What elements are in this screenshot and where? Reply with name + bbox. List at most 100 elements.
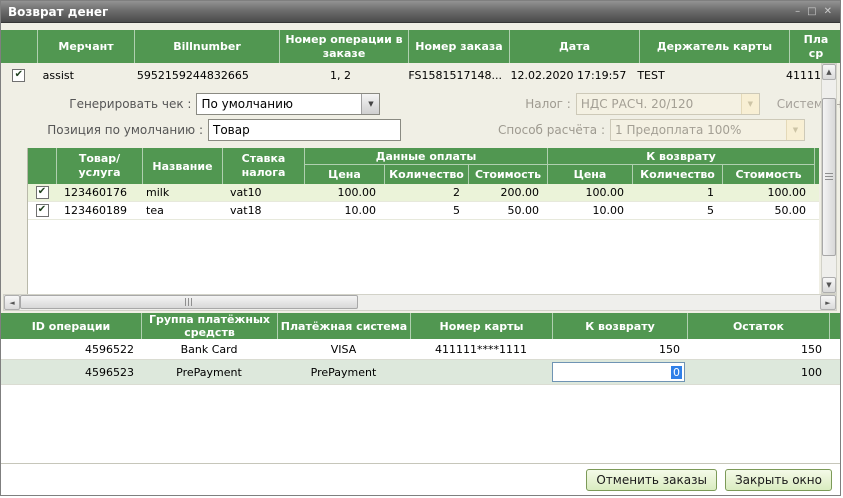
- payment-group: Bank Card: [141, 339, 277, 359]
- items-col-ref-price: Цена: [547, 165, 632, 184]
- scroll-left-icon: ◄: [9, 299, 14, 307]
- scroll-down-button[interactable]: ▼: [822, 277, 836, 293]
- thumb-grip-icon: [185, 298, 193, 306]
- horizontal-scrollbar[interactable]: ◄ ►: [3, 294, 837, 311]
- scroll-left-button[interactable]: ◄: [4, 295, 20, 310]
- order-col-billnumber: Billnumber: [134, 30, 279, 63]
- payments-col-rest: Остаток: [687, 313, 829, 339]
- payment-op-id: 4596522: [1, 339, 141, 359]
- payments-col-op-id: ID операции: [1, 313, 141, 339]
- payments-grid-header: ID операции Группа платёжных средств Пла…: [1, 313, 841, 339]
- scroll-right-icon: ►: [825, 299, 830, 307]
- close-window-button[interactable]: Закрыть окно: [725, 469, 832, 491]
- horizontal-scrollbar-thumb[interactable]: [20, 295, 358, 309]
- payments-col-card: Номер карты: [410, 313, 552, 339]
- payment-op-id: 4596523: [1, 360, 141, 384]
- payments-grid: ID операции Группа платёжных средств Пла…: [1, 313, 841, 463]
- refund-amount-input[interactable]: 0: [552, 362, 685, 382]
- order-col-date: Дата: [509, 30, 639, 63]
- payment-card: [410, 360, 552, 384]
- payments-col-group: Группа платёжных средств: [141, 313, 277, 339]
- order-col-payment-means: Пла ср: [789, 30, 841, 63]
- payment-row[interactable]: 4596523 PrePayment PrePayment 0 100: [1, 360, 841, 385]
- generate-receipt-label: Генерировать чек :: [1, 97, 191, 111]
- item-checkbox[interactable]: ✔: [36, 204, 49, 217]
- payment-refund: 150: [552, 339, 687, 359]
- dialog-footer: Отменить заказы Закрыть окно: [1, 463, 841, 496]
- order-row[interactable]: ✔ assist 5952159244832665 1, 2 FS1581517…: [1, 63, 821, 87]
- order-row-billnumber: 5952159244832665: [133, 63, 277, 87]
- default-position-label: Позиция по умолчанию :: [1, 123, 203, 137]
- item-ref-quantity: 1: [632, 184, 722, 201]
- minimize-icon[interactable]: –: [795, 7, 800, 17]
- items-col-pay-price: Цена: [304, 165, 384, 184]
- form-row-position: Позиция по умолчанию : Товар Способ расч…: [1, 118, 841, 141]
- items-grid: Товар/ услуга Название Ставка налога Дан…: [27, 148, 819, 220]
- order-row-payment-means: 41111: [782, 63, 821, 87]
- chevron-down-icon: ▼: [741, 94, 759, 114]
- calc-method-value: 1 Предоплата 100%: [611, 123, 786, 137]
- order-col-order-number: Номер заказа: [408, 30, 509, 63]
- tax-label: Налог :: [380, 97, 570, 111]
- items-grid-header: Товар/ услуга Название Ставка налога Дан…: [28, 148, 819, 184]
- item-checkbox[interactable]: ✔: [36, 186, 49, 199]
- item-ref-price: 10.00: [547, 202, 632, 219]
- item-name: tea: [142, 202, 222, 219]
- scroll-right-button[interactable]: ►: [820, 295, 836, 310]
- items-col-product: Товар/ услуга: [56, 148, 142, 184]
- items-col-checkbox: [28, 148, 56, 184]
- payment-card: 411111****1111: [410, 339, 552, 359]
- order-grid-header: Мерчант Billnumber Номер операции в зака…: [1, 30, 841, 63]
- item-pay-price: 10.00: [304, 202, 384, 219]
- payments-col-system: Платёжная система: [277, 313, 410, 339]
- payment-row-filler: [829, 360, 841, 384]
- order-col-cardholder: Держатель карты: [639, 30, 789, 63]
- items-col-pay-cost: Стоимость: [468, 165, 547, 184]
- close-icon[interactable]: ✕: [824, 7, 832, 17]
- default-position-input[interactable]: Товар: [208, 119, 401, 141]
- chevron-down-icon: ▼: [786, 120, 804, 140]
- order-col-checkbox: [1, 30, 37, 63]
- order-row-checkbox[interactable]: ✔: [12, 69, 25, 82]
- payment-row[interactable]: 4596522 Bank Card VISA 411111****1111 15…: [1, 339, 841, 360]
- item-row[interactable]: ✔ 123460176 milk vat10 100.00 2 200.00 1…: [28, 184, 819, 202]
- payment-row-filler: [829, 339, 841, 359]
- vertical-scrollbar[interactable]: ▲ ▼: [821, 63, 837, 294]
- scroll-up-icon: ▲: [826, 68, 831, 76]
- tax-value: НДС РАСЧ. 20/120: [577, 97, 741, 111]
- item-tax-rate: vat18: [222, 202, 304, 219]
- titlebar[interactable]: Возврат денег – □ ✕: [1, 1, 840, 23]
- item-pay-quantity: 2: [384, 184, 468, 201]
- payments-col-refund: К возврату: [552, 313, 687, 339]
- horizontal-scrollbar-track[interactable]: [20, 295, 820, 310]
- window-title: Возврат денег: [1, 5, 108, 19]
- items-col-ref-quantity: Количество: [632, 165, 722, 184]
- refund-group-title: К возврату: [547, 148, 814, 165]
- vertical-scrollbar-thumb[interactable]: [822, 98, 836, 256]
- item-pay-cost: 200.00: [468, 184, 547, 201]
- items-col-tax-rate: Ставка налога: [222, 148, 304, 184]
- order-row-date: 12.02.2020 17:19:57: [504, 63, 633, 87]
- generate-receipt-select[interactable]: По умолчанию ▼: [196, 93, 380, 115]
- payments-header-filler: [829, 313, 841, 339]
- tax-select: НДС РАСЧ. 20/120 ▼: [576, 93, 760, 115]
- payment-group-title: Данные оплаты: [304, 148, 547, 165]
- maximize-icon[interactable]: □: [807, 7, 816, 17]
- item-row[interactable]: ✔ 123460189 tea vat18 10.00 5 50.00 10.0…: [28, 202, 819, 220]
- check-icon: ✔: [38, 187, 46, 197]
- item-ref-cost: 50.00: [722, 202, 814, 219]
- scroll-up-button[interactable]: ▲: [822, 64, 836, 80]
- order-row-cardholder: TEST: [633, 63, 782, 87]
- cancel-orders-button[interactable]: Отменить заказы: [586, 469, 717, 491]
- scroll-down-icon: ▼: [826, 281, 831, 289]
- item-tax-rate: vat10: [222, 184, 304, 201]
- items-group-payment: Данные оплаты Цена Количество Стоимость: [304, 148, 547, 184]
- vertical-scrollbar-track[interactable]: [822, 80, 836, 277]
- order-row-order-number: FS1581517148...: [404, 63, 504, 87]
- order-row-operation-number: 1, 2: [277, 63, 405, 87]
- items-grid-body-filler: [27, 220, 819, 294]
- chevron-down-icon[interactable]: ▼: [361, 94, 379, 114]
- item-product: 123460176: [56, 184, 142, 201]
- item-ref-quantity: 5: [632, 202, 722, 219]
- item-pay-quantity: 5: [384, 202, 468, 219]
